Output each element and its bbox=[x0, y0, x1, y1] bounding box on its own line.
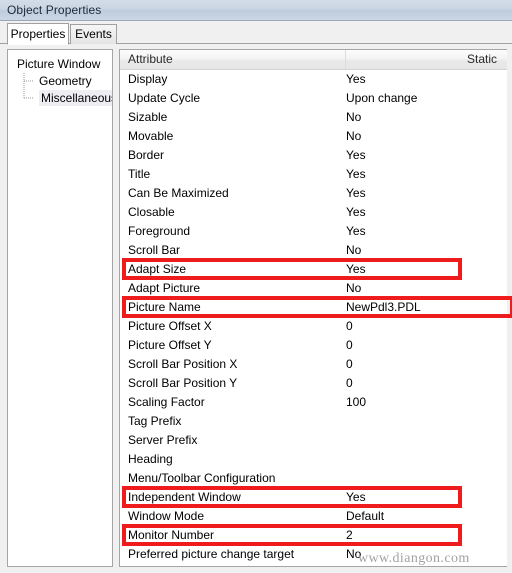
table-row[interactable]: Foreground Yes bbox=[120, 222, 507, 241]
cell-static-value[interactable]: Yes bbox=[346, 222, 366, 241]
cell-static-value[interactable]: Upon change bbox=[346, 89, 417, 108]
tab-properties[interactable]: Properties bbox=[7, 23, 69, 45]
cell-attribute: Server Prefix bbox=[128, 433, 198, 447]
tree-item-picture-window[interactable]: Picture Window bbox=[8, 56, 112, 73]
cell-attribute: Border bbox=[128, 148, 165, 162]
content-area: Picture Window Geometry Miscellaneous At… bbox=[0, 44, 512, 573]
property-group-tree[interactable]: Picture Window Geometry Miscellaneous bbox=[7, 49, 113, 567]
cell-attribute: Window Mode bbox=[128, 509, 205, 523]
table-row[interactable]: Sizable No bbox=[120, 108, 507, 127]
cell-attribute: Preferred picture change target bbox=[128, 547, 295, 561]
table-row[interactable]: Closable Yes bbox=[120, 203, 507, 222]
table-row[interactable]: Menu/Toolbar Configuration bbox=[120, 469, 507, 488]
column-separator[interactable] bbox=[345, 50, 346, 69]
cell-attribute: Display bbox=[128, 72, 168, 86]
cell-attribute: Scroll Bar Position X bbox=[128, 357, 238, 371]
cell-static-value[interactable]: 0 bbox=[346, 317, 353, 336]
table-row[interactable]: Adapt Picture No bbox=[120, 279, 507, 298]
table-row[interactable]: Heading bbox=[120, 450, 507, 469]
property-grid-header: Attribute Static bbox=[120, 50, 507, 70]
tree-item-label: Picture Window bbox=[17, 57, 101, 71]
cell-static-value[interactable]: No bbox=[346, 241, 361, 260]
table-row[interactable]: Independent Window Yes bbox=[120, 488, 507, 507]
cell-attribute: Picture Offset Y bbox=[128, 338, 212, 352]
table-row[interactable]: Update Cycle Upon change bbox=[120, 89, 507, 108]
cell-attribute: Scroll Bar Position Y bbox=[128, 376, 238, 390]
cell-static-value[interactable]: Default bbox=[346, 507, 384, 526]
cell-attribute: Adapt Picture bbox=[128, 281, 201, 295]
tree-item-label: Miscellaneous bbox=[39, 90, 112, 106]
cell-static-value[interactable]: No bbox=[346, 108, 361, 127]
cell-static-value[interactable]: 2 bbox=[346, 526, 353, 545]
tab-events[interactable]: Events bbox=[70, 24, 117, 44]
cell-static-value[interactable]: Yes bbox=[346, 70, 366, 89]
cell-static-value[interactable]: Yes bbox=[346, 203, 366, 222]
cell-static-value[interactable]: 0 bbox=[346, 355, 353, 374]
table-row[interactable]: Picture Offset Y 0 bbox=[120, 336, 507, 355]
cell-attribute: Update Cycle bbox=[128, 91, 201, 105]
table-row[interactable]: Window Mode Default bbox=[120, 507, 507, 526]
cell-static-value[interactable]: Yes bbox=[346, 146, 366, 165]
column-header-static[interactable]: Static bbox=[467, 52, 497, 66]
cell-attribute: Title bbox=[128, 167, 151, 181]
property-grid-body: Display Yes Update Cycle Upon change Sizable… bbox=[120, 70, 507, 564]
site-watermark: www.diangon.com bbox=[358, 551, 470, 566]
cell-attribute: Monitor Number bbox=[128, 528, 215, 542]
table-row[interactable]: Picture Offset X 0 bbox=[120, 317, 507, 336]
cell-static-value[interactable]: 0 bbox=[346, 336, 353, 355]
cell-attribute: Can Be Maximized bbox=[128, 186, 229, 200]
cell-attribute: Tag Prefix bbox=[128, 414, 182, 428]
cell-static-value[interactable]: 0 bbox=[346, 374, 353, 393]
table-row[interactable]: Monitor Number 2 bbox=[120, 526, 507, 545]
cell-attribute: Menu/Toolbar Configuration bbox=[128, 471, 276, 485]
table-row[interactable]: Scroll Bar No bbox=[120, 241, 507, 260]
cell-attribute: Sizable bbox=[128, 110, 168, 124]
cell-attribute: Independent Window bbox=[128, 490, 241, 504]
property-grid[interactable]: Attribute Static Display Yes Update Cycle U… bbox=[119, 49, 507, 567]
table-row[interactable]: Tag Prefix bbox=[120, 412, 507, 431]
table-row[interactable]: Picture Name NewPdl3.PDL bbox=[120, 298, 507, 317]
tree-item-geometry[interactable]: Geometry bbox=[8, 73, 112, 90]
table-row[interactable]: Can Be Maximized Yes bbox=[120, 184, 507, 203]
cell-static-value[interactable]: Yes bbox=[346, 184, 366, 203]
cell-static-value[interactable]: No bbox=[346, 279, 361, 298]
table-row[interactable]: Scroll Bar Position Y 0 bbox=[120, 374, 507, 393]
cell-static-value[interactable]: Yes bbox=[346, 260, 366, 279]
tree-item-miscellaneous[interactable]: Miscellaneous bbox=[8, 90, 112, 107]
table-row[interactable]: Title Yes bbox=[120, 165, 507, 184]
object-properties-window: Object Properties Properties Events Pict… bbox=[0, 0, 512, 573]
table-row[interactable]: Scroll Bar Position X 0 bbox=[120, 355, 507, 374]
page-title: Object Properties bbox=[7, 3, 102, 17]
cell-attribute: Heading bbox=[128, 452, 173, 466]
table-row[interactable]: Display Yes bbox=[120, 70, 507, 89]
cell-attribute: Scroll Bar bbox=[128, 243, 181, 257]
table-row[interactable]: Adapt Size Yes bbox=[120, 260, 507, 279]
cell-attribute: Closable bbox=[128, 205, 175, 219]
cell-static-value[interactable]: Yes bbox=[346, 165, 366, 184]
cell-static-value[interactable]: NewPdl3.PDL bbox=[346, 298, 421, 317]
cell-attribute: Adapt Size bbox=[128, 262, 187, 276]
cell-static-value[interactable]: 100 bbox=[346, 393, 366, 412]
cell-attribute: Scaling Factor bbox=[128, 395, 205, 409]
cell-attribute: Picture Offset X bbox=[128, 319, 212, 333]
tree-root-container: Picture Window Geometry Miscellaneous bbox=[8, 50, 112, 107]
cell-attribute: Picture Name bbox=[128, 300, 201, 314]
tab-strip: Properties Events bbox=[0, 21, 512, 45]
tree-item-label: Geometry bbox=[39, 74, 92, 88]
table-row[interactable]: Border Yes bbox=[120, 146, 507, 165]
table-row[interactable]: Movable No bbox=[120, 127, 507, 146]
cell-static-value[interactable]: Yes bbox=[346, 488, 366, 507]
cell-static-value[interactable]: No bbox=[346, 127, 361, 146]
window-titlebar: Object Properties bbox=[0, 0, 512, 21]
cell-attribute: Foreground bbox=[128, 224, 191, 238]
column-header-attribute[interactable]: Attribute bbox=[128, 52, 173, 66]
table-row[interactable]: Scaling Factor 100 bbox=[120, 393, 507, 412]
cell-attribute: Movable bbox=[128, 129, 174, 143]
table-row[interactable]: Server Prefix bbox=[120, 431, 507, 450]
